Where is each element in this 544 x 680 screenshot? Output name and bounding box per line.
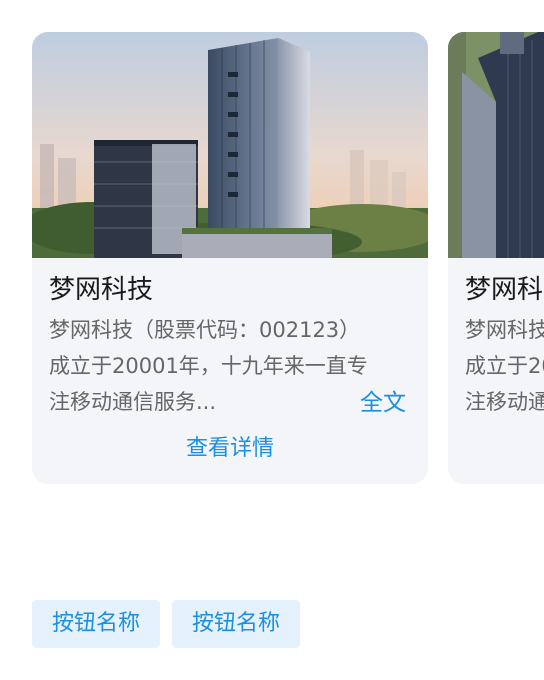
- description-line: 梦网科技（股票代码：002123）: [49, 318, 361, 342]
- card-carousel[interactable]: 梦网科技 梦网科技（股票代码：002123） 成立于20001年，十九年来一直专…: [0, 0, 544, 520]
- card-title: 梦网科技: [465, 275, 544, 305]
- action-button[interactable]: 按钮名称: [32, 600, 160, 648]
- action-button[interactable]: 按钮名称: [172, 600, 300, 648]
- description-line: 梦网科技（股票代码：002123）: [465, 318, 544, 342]
- card-title: 梦网科技: [49, 275, 154, 305]
- company-card[interactable]: 梦网科技 梦网科技（股票代码：002123） 成立于20001年，十九年来一直专…: [448, 32, 544, 484]
- description-line: 注移动通信服务...: [465, 390, 544, 414]
- view-details-link[interactable]: 查看详情: [32, 433, 428, 465]
- read-full-link[interactable]: 全文: [360, 388, 406, 418]
- description-line: 成立于20001年，十九年来一直专: [49, 354, 368, 378]
- company-card[interactable]: 梦网科技 梦网科技（股票代码：002123） 成立于20001年，十九年来一直专…: [32, 32, 428, 484]
- description-line: 成立于20001年，十九年来一直专: [465, 354, 544, 378]
- building-photo: [448, 32, 544, 258]
- card-description: 梦网科技（股票代码：002123） 成立于20001年，十九年来一直专 注移动通…: [465, 312, 544, 420]
- description-line: 注移动通信服务...: [49, 390, 217, 414]
- card-description: 梦网科技（股票代码：002123） 成立于20001年，十九年来一直专 注移动通…: [49, 312, 409, 420]
- building-photo: [32, 32, 428, 258]
